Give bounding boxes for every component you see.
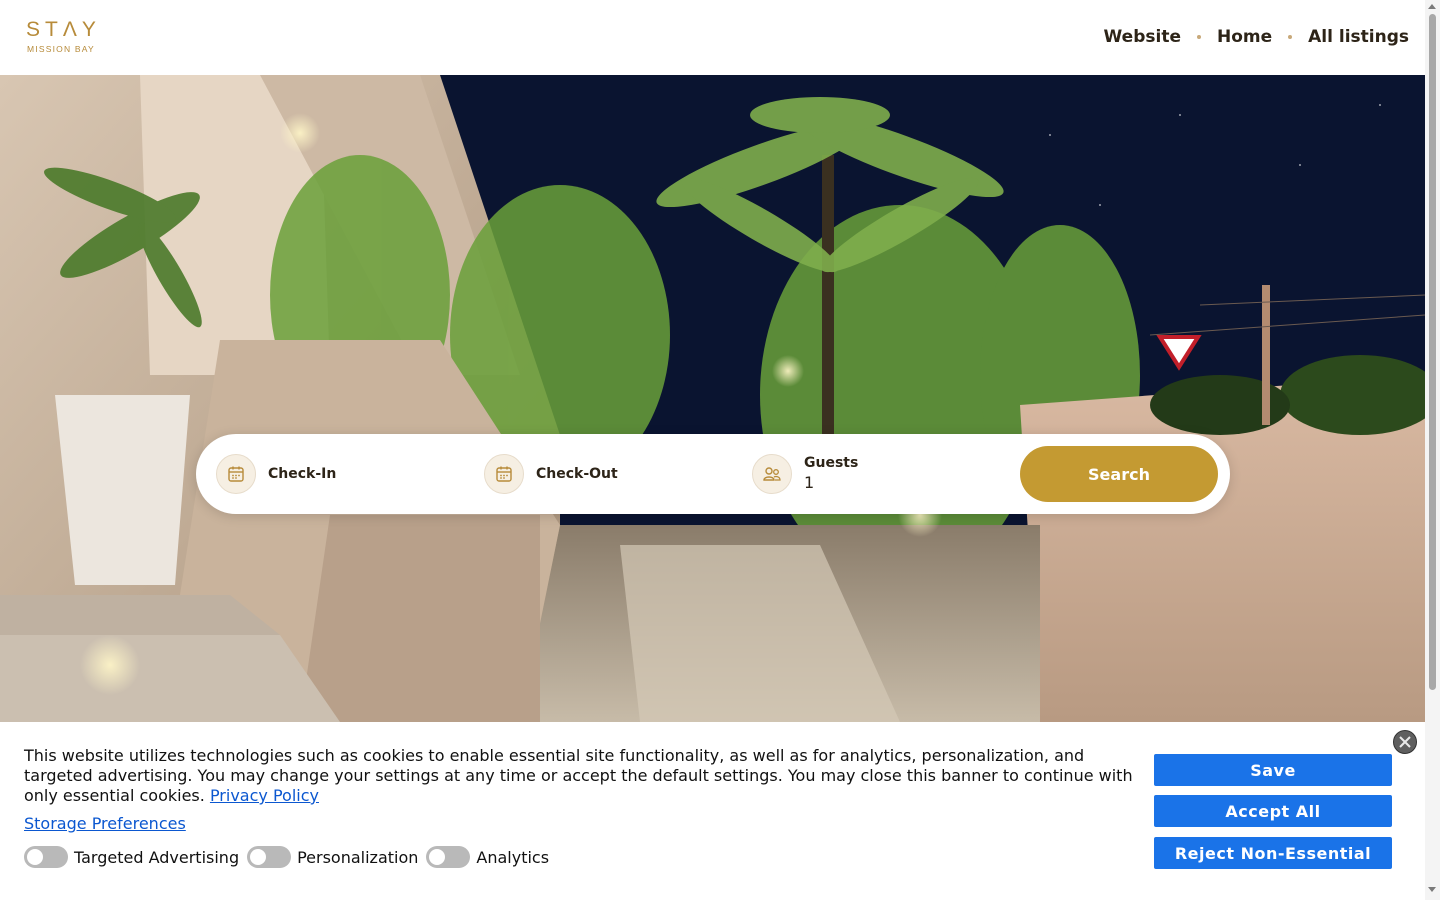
scroll-down-arrow-icon[interactable] — [1428, 887, 1436, 892]
reject-non-essential-button[interactable]: Reject Non-Essential — [1154, 837, 1392, 869]
nav-link-all-listings[interactable]: All listings — [1308, 26, 1409, 48]
checkout-label: Check-Out — [536, 466, 618, 482]
site-header: STΛY MISSION BAY Website Home All listin… — [0, 0, 1425, 75]
toggle-targeted-advertising[interactable] — [24, 846, 68, 868]
toggle-analytics[interactable] — [426, 846, 471, 868]
guests-value: 1 — [804, 472, 815, 492]
main-nav: Website Home All listings — [1104, 26, 1409, 48]
toggle-personalization[interactable] — [247, 846, 292, 868]
nav-link-website[interactable]: Website — [1104, 26, 1181, 48]
nav-link-home[interactable]: Home — [1217, 26, 1272, 48]
toggle-label: Personalization — [297, 847, 419, 867]
guests-icon — [752, 454, 792, 494]
checkin-field[interactable]: Check-In — [216, 454, 336, 494]
close-icon[interactable] — [1393, 730, 1417, 754]
hero-photo-illustration — [0, 75, 1425, 722]
cookie-message-text: This website utilizes technologies such … — [24, 746, 1133, 805]
save-button[interactable]: Save — [1154, 754, 1392, 786]
scrollbar-thumb[interactable] — [1429, 14, 1436, 690]
scroll-up-arrow-icon[interactable] — [1428, 4, 1436, 9]
nav-separator-dot — [1288, 35, 1293, 39]
guests-text: Guests 1 — [804, 455, 858, 494]
toggle-label: Analytics — [476, 847, 550, 867]
guests-label: Guests — [804, 454, 859, 471]
cookie-message: This website utilizes technologies such … — [24, 746, 1139, 806]
checkin-label: Check-In — [268, 466, 337, 482]
toggle-label: Targeted Advertising — [74, 847, 240, 867]
stay-mission-bay-logo[interactable]: STΛY MISSION BAY — [26, 18, 108, 58]
hero-image: Check-In Check-Out Guests 1 Search — [0, 75, 1425, 722]
search-button[interactable]: Search — [1020, 446, 1218, 502]
page-scrollbar[interactable] — [1425, 0, 1440, 900]
calendar-icon — [216, 454, 256, 494]
booking-search-bar: Check-In Check-Out Guests 1 Search — [196, 434, 1230, 514]
nav-separator-dot — [1196, 35, 1201, 39]
privacy-policy-link[interactable]: Privacy Policy — [210, 786, 319, 805]
calendar-icon — [484, 454, 524, 494]
storage-preferences-link[interactable]: Storage Preferences — [24, 814, 186, 834]
cookie-banner: This website utilizes technologies such … — [0, 722, 1425, 900]
checkout-field[interactable]: Check-Out — [484, 454, 618, 494]
logo-subtitle: MISSION BAY — [27, 44, 95, 54]
cookie-toggles: Targeted Advertising Personalization Ana… — [24, 846, 557, 868]
guests-field[interactable]: Guests 1 — [752, 454, 858, 494]
accept-all-button[interactable]: Accept All — [1154, 795, 1392, 827]
logo-wordmark: STΛY — [26, 18, 101, 41]
